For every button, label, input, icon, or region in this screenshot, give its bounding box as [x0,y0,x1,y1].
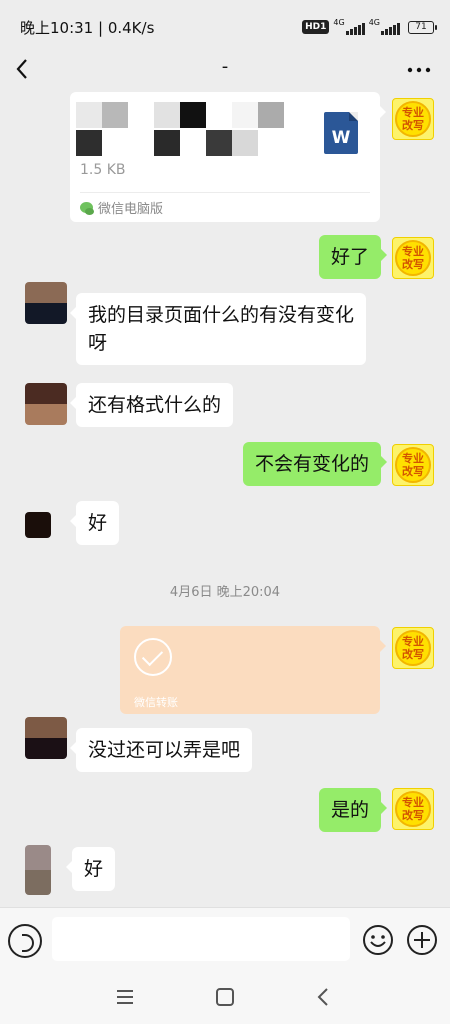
voice-input-button[interactable] [8,924,42,958]
message-list[interactable]: 1.5 KB W 微信电脑版 专业 改写 好了 专业 改写 我的目录页面什么的有… [0,92,450,907]
word-document-icon: W [324,112,358,154]
contact-avatar[interactable] [25,845,51,895]
signal-2-icon: 4G [369,19,400,35]
status-time-speed: 晚上10:31 | 0.4K/s [20,19,155,37]
money-transfer-card[interactable]: 微信转账 [120,626,386,714]
file-source-label: 微信电脑版 [98,202,164,217]
chat-header: - [0,48,450,92]
self-avatar-badge: 专业 改写 [395,101,431,137]
self-avatar-badge: 专业 改写 [395,240,431,276]
file-size: 1.5 KB [80,162,126,178]
message-bubble-other[interactable]: 好 [65,847,116,891]
back-triangle-icon[interactable] [310,983,338,1011]
file-name-mosaic [76,102,286,158]
message-bubble-self[interactable]: 是的 [318,788,388,832]
signal-1-icon: 4G [333,18,365,35]
more-dots-icon [407,67,431,73]
self-avatar-badge: 专业 改写 [395,630,431,666]
menu-icon[interactable] [111,983,139,1011]
self-avatar-badge: 专业 改写 [395,791,431,827]
chat-title: - [221,56,229,77]
file-message-card[interactable]: 1.5 KB W 微信电脑版 [70,92,386,222]
chat-screen: 晚上10:31 | 0.4K/s HD1 4G 4G 71 - 1.5 KB W… [0,0,450,1024]
emoji-icon[interactable] [362,924,394,956]
self-avatar[interactable]: 专业 改写 [392,627,434,669]
message-bubble-other[interactable]: 还有格式什么的 [69,383,234,427]
self-avatar[interactable]: 专业 改写 [392,444,434,486]
message-bubble-self[interactable]: 好了 [318,235,388,279]
message-input-bar [0,907,450,969]
message-bubble-other[interactable]: 没过还可以弄是吧 [69,728,253,772]
more-options-button[interactable] [406,60,432,80]
transfer-received-check-icon [134,638,172,676]
self-avatar-badge: 专业 改写 [395,447,431,483]
contact-avatar[interactable] [25,282,67,324]
message-input[interactable] [52,917,350,961]
message-bubble-other[interactable]: 好 [69,501,120,545]
network-type-2: 4G [368,18,380,27]
timestamp-divider: 4月6日 晚上20:04 [169,585,281,600]
self-avatar[interactable]: 专业 改写 [392,98,434,140]
battery-icon: 71 [408,20,437,34]
system-navigation-bar [0,969,450,1024]
home-icon[interactable] [211,983,239,1011]
network-type-1: 4G [333,18,345,27]
file-card-divider [80,192,370,193]
wechat-logo-icon [80,202,94,215]
transfer-label: 微信转账 [134,696,178,709]
file-source: 微信电脑版 [80,198,163,217]
plus-icon[interactable] [406,924,438,956]
message-bubble-self[interactable]: 不会有变化的 [242,442,388,486]
self-avatar[interactable]: 专业 改写 [392,788,434,830]
status-bar: 晚上10:31 | 0.4K/s HD1 4G 4G 71 [0,0,450,48]
message-bubble-other[interactable]: 我的目录页面什么的有没有变化 呀 [70,293,366,365]
hd-voice-badge: HD1 [302,20,330,34]
contact-avatar[interactable] [25,717,67,759]
status-indicators: HD1 4G 4G 71 [302,18,437,35]
contact-avatar[interactable] [25,512,51,538]
contact-avatar[interactable] [25,383,67,425]
self-avatar[interactable]: 专业 改写 [392,237,434,279]
